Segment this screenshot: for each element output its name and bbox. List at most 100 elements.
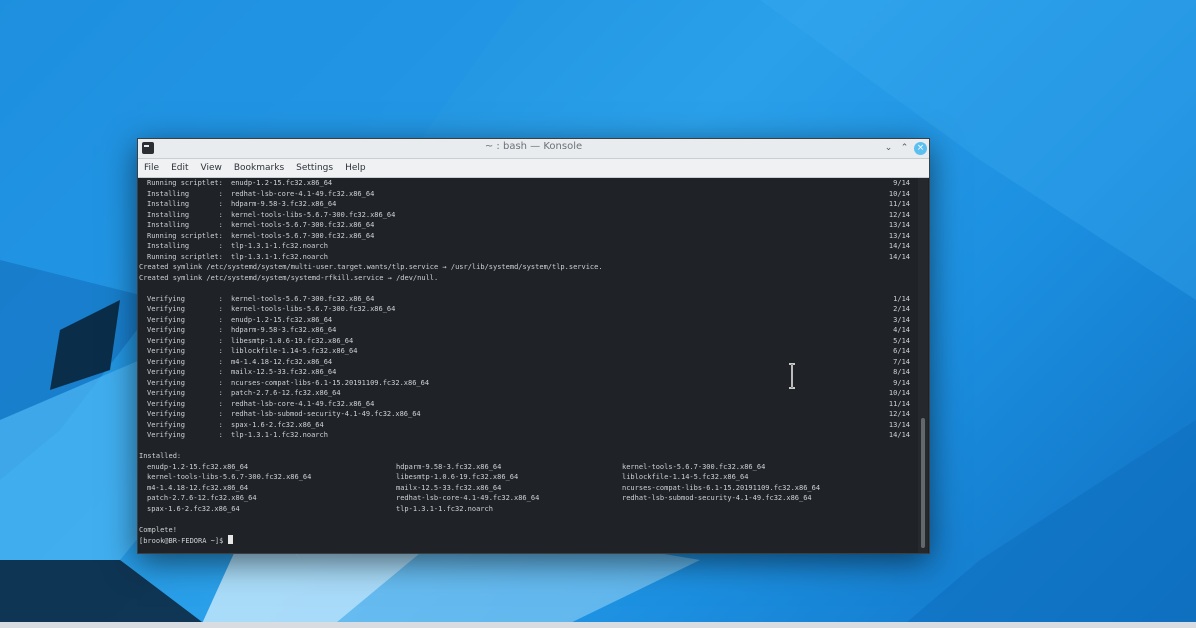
installed-package: hdparm-9.58-3.fc32.x86_64 — [396, 462, 502, 471]
package-progress: 11/14 — [888, 200, 910, 208]
package-line: Verifying : kernel-tools-5.6.7-300.fc32.x… — [138, 294, 916, 305]
package-progress: 14/14 — [888, 252, 910, 261]
installed-package: tlp-1.3.1-1.fc32.noarch — [396, 504, 493, 513]
package-name: patch-2.7.6-12.fc32.x86_64 — [231, 389, 341, 397]
menu-help[interactable]: Help — [339, 163, 372, 173]
package-name: enudp-1.2-15.fc32.x86_64 — [231, 315, 333, 324]
installed-package: redhat-lsb-core-4.1-49.fc32.x86_64 — [396, 494, 540, 502]
package-line: Installing : redhat-lsb-core-4.1-49.fc32.… — [138, 189, 916, 200]
package-name: kernel-tools-libs-5.6.7-300.fc32.x86_64 — [231, 210, 396, 219]
verify-block: Verifying : kernel-tools-5.6.7-300.fc32.x… — [138, 294, 916, 441]
terminal-line: Created symlink /etc/systemd/system/syst… — [138, 273, 916, 284]
package-line: Installing : kernel-tools-libs-5.6.7-300.… — [138, 210, 916, 221]
package-progress: 12/14 — [888, 410, 910, 418]
transaction-block: Running scriptlet: enudp-1.2-15.fc32.x86_… — [138, 178, 916, 262]
package-action: Verifying : — [147, 399, 223, 408]
installed-package: kernel-tools-libs-5.6.7-300.fc32.x86_64 — [147, 473, 312, 481]
package-progress: 13/14 — [888, 221, 910, 229]
maximize-icon[interactable]: ⌃ — [898, 142, 911, 155]
package-progress: 4/14 — [893, 326, 910, 334]
installed-row: spax-1.6-2.fc32.x86_64 tlp-1.3.1-1.fc32.n… — [138, 504, 916, 515]
package-line: Verifying : kernel-tools-libs-5.6.7-300.f… — [138, 304, 916, 315]
package-name: ncurses-compat-libs-6.1-15.20191109.fc32… — [231, 378, 430, 387]
package-line: Verifying : redhat-lsb-submod-security-4.… — [138, 409, 916, 420]
package-line: Verifying : hdparm-9.58-3.fc32.x86_64 4/14 — [138, 325, 916, 336]
package-line: Running scriptlet: tlp-1.3.1-1.fc32.noarc… — [138, 252, 916, 263]
package-action: Installing : — [147, 200, 223, 208]
window-title: ~ : bash — Konsole — [484, 141, 583, 152]
text-cursor — [227, 535, 233, 544]
package-name: redhat-lsb-submod-security-4.1-49.fc32.x… — [231, 410, 421, 418]
installed-package: liblockfile-1.14-5.fc32.x86_64 — [622, 473, 749, 481]
package-name: tlp-1.3.1-1.fc32.noarch — [231, 431, 328, 439]
menu-view[interactable]: View — [195, 163, 228, 173]
package-name: enudp-1.2-15.fc32.x86_64 — [231, 179, 333, 187]
package-action: Installing : — [147, 189, 223, 198]
package-action: Running scriptlet: — [147, 252, 223, 261]
prompt-line[interactable]: [brook@BR-FEDORA ~]$ — [138, 535, 916, 546]
i-beam-cursor-icon — [789, 363, 795, 389]
package-progress: 10/14 — [888, 389, 910, 397]
package-action: Verifying : — [147, 389, 223, 397]
package-action: Verifying : — [147, 431, 223, 439]
package-action: Running scriptlet: — [147, 179, 223, 187]
package-name: mailx-12.5-33.fc32.x86_64 — [231, 368, 337, 376]
installed-package: ncurses-compat-libs-6.1-15.20191109.fc32… — [622, 483, 821, 492]
package-action: Verifying : — [147, 378, 223, 387]
package-progress: 11/14 — [888, 399, 910, 408]
package-progress: 7/14 — [893, 357, 910, 366]
package-name: kernel-tools-5.6.7-300.fc32.x86_64 — [231, 231, 375, 240]
complete-message: Complete! — [139, 525, 177, 534]
package-name: redhat-lsb-core-4.1-49.fc32.x86_64 — [231, 189, 375, 198]
package-name: kernel-tools-5.6.7-300.fc32.x86_64 — [231, 221, 375, 229]
installed-package: libesmtp-1.0.6-19.fc32.x86_64 — [396, 473, 519, 481]
installed-package: m4-1.4.18-12.fc32.x86_64 — [147, 483, 249, 492]
minimize-icon[interactable]: ⌄ — [882, 142, 895, 155]
menu-settings[interactable]: Settings — [290, 163, 339, 173]
package-line: Verifying : patch-2.7.6-12.fc32.x86_64 10/… — [138, 388, 916, 399]
package-line: Running scriptlet: enudp-1.2-15.fc32.x86_… — [138, 178, 916, 189]
scrollbar-thumb[interactable] — [921, 418, 925, 548]
konsole-window[interactable]: ~ : bash — Konsole ⌄ ⌃ × File Edit View … — [137, 138, 930, 554]
package-action: Verifying : — [147, 294, 223, 303]
package-line: Verifying : redhat-lsb-core-4.1-49.fc32.x… — [138, 399, 916, 410]
installed-row: patch-2.7.6-12.fc32.x86_64 redhat-lsb-cor… — [138, 493, 916, 504]
installed-block: enudp-1.2-15.fc32.x86_64 hdparm-9.58-3.fc… — [138, 462, 916, 515]
window-titlebar[interactable]: ~ : bash — Konsole ⌄ ⌃ × — [138, 139, 929, 159]
installed-header: Installed: — [139, 452, 182, 460]
package-progress: 12/14 — [888, 210, 910, 219]
close-icon[interactable]: × — [914, 142, 927, 155]
package-line: Installing : hdparm-9.58-3.fc32.x86_64 11/… — [138, 199, 916, 210]
package-name: kernel-tools-libs-5.6.7-300.fc32.x86_64 — [231, 305, 396, 313]
shell-prompt: [brook@BR-FEDORA ~]$ — [139, 537, 228, 545]
package-line: Installing : kernel-tools-5.6.7-300.fc32.… — [138, 220, 916, 231]
terminal-output[interactable]: Running scriptlet: enudp-1.2-15.fc32.x86_… — [138, 178, 916, 553]
menu-bookmarks[interactable]: Bookmarks — [228, 163, 290, 173]
package-line: Verifying : enudp-1.2-15.fc32.x86_64 3/14 — [138, 315, 916, 326]
package-line: Verifying : libesmtp-1.0.6-19.fc32.x86_64… — [138, 336, 916, 347]
menu-edit[interactable]: Edit — [165, 163, 194, 173]
package-line: Running scriptlet: kernel-tools-5.6.7-300… — [138, 231, 916, 242]
package-progress: 3/14 — [893, 315, 910, 324]
package-progress: 1/14 — [893, 294, 910, 303]
package-name: m4-1.4.18-12.fc32.x86_64 — [231, 357, 333, 366]
package-progress: 10/14 — [888, 189, 910, 198]
package-action: Verifying : — [147, 315, 223, 324]
package-name: spax-1.6-2.fc32.x86_64 — [231, 420, 324, 429]
package-action: Verifying : — [147, 326, 223, 334]
terminal-scrollbar[interactable] — [918, 178, 928, 553]
package-name: kernel-tools-5.6.7-300.fc32.x86_64 — [231, 294, 375, 303]
package-action: Verifying : — [147, 347, 223, 355]
symlink-line: Created symlink /etc/systemd/system/syst… — [139, 273, 439, 282]
package-progress: 5/14 — [893, 336, 910, 345]
terminal-line: Created symlink /etc/systemd/system/mult… — [138, 262, 916, 273]
package-line: Verifying : liblockfile-1.14-5.fc32.x86_6… — [138, 346, 916, 357]
package-action: Installing : — [147, 221, 223, 229]
package-progress: 13/14 — [888, 420, 910, 429]
terminal-line: Installed: — [138, 451, 916, 462]
menu-file[interactable]: File — [138, 163, 165, 173]
package-name: liblockfile-1.14-5.fc32.x86_64 — [231, 347, 358, 355]
